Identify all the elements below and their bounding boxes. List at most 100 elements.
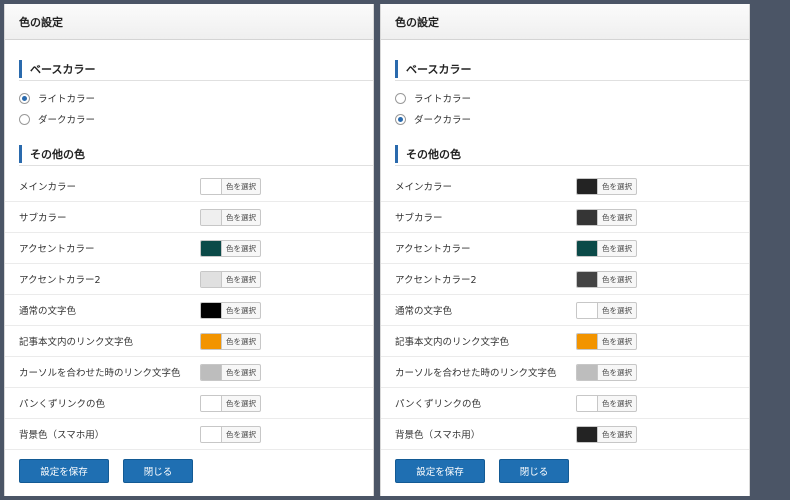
save-settings-button[interactable]: 設定を保存 [395, 459, 485, 483]
save-settings-button[interactable]: 設定を保存 [19, 459, 109, 483]
color-swatch[interactable] [201, 334, 222, 349]
close-button[interactable]: 閉じる [499, 459, 569, 483]
color-picker-button[interactable]: 色を選択 [200, 395, 261, 412]
color-setting-row: アクセントカラー 色を選択 [5, 233, 373, 264]
color-setting-row: 通常の文字色 色を選択 [381, 295, 749, 326]
radio-button[interactable] [395, 113, 406, 125]
panel-title: 色の設定 [395, 15, 439, 29]
color-swatch[interactable] [201, 365, 222, 380]
color-settings-panel-dark: 色の設定 ベースカラー ライトカラー ダークカラー その他の色 メインカラー色を… [380, 4, 750, 496]
color-swatch[interactable] [201, 272, 222, 287]
radio-dark-color[interactable]: ダークカラー [395, 111, 471, 127]
color-picker-button[interactable]: 色を選択 [200, 333, 261, 350]
select-color-label: 色を選択 [602, 368, 632, 377]
color-swatch[interactable] [577, 303, 598, 318]
color-swatch[interactable] [577, 210, 598, 225]
color-setting-row: 記事本文内のリンク文字色 色を選択 [5, 326, 373, 357]
color-setting-row: アクセントカラー2 色を選択 [381, 264, 749, 295]
color-setting-row: パンくずリンクの色 色を選択 [381, 388, 749, 419]
color-setting-label: カーソルを合わせた時のリンク文字色 [395, 368, 557, 379]
radio-label: ライトカラー [38, 94, 96, 105]
radio-label: ライトカラー [414, 94, 472, 105]
radio-button[interactable] [19, 113, 30, 125]
radio-dark-color[interactable]: ダークカラー [19, 111, 95, 127]
color-setting-label: アクセントカラー2 [19, 275, 101, 286]
section-divider [395, 165, 749, 166]
color-swatch[interactable] [577, 334, 598, 349]
radio-button[interactable] [19, 92, 30, 104]
color-picker-button[interactable]: 色を選択 [576, 426, 637, 443]
color-setting-label: 通常の文字色 [19, 306, 77, 317]
color-picker-button[interactable]: 色を選択 [200, 271, 261, 288]
color-picker-button[interactable]: 色を選択 [576, 364, 637, 381]
color-swatch[interactable] [577, 179, 598, 194]
select-color-label: 色を選択 [226, 368, 256, 377]
color-picker-button[interactable]: 色を選択 [200, 426, 261, 443]
color-swatch[interactable] [201, 179, 222, 194]
color-setting-row: アクセントカラー 色を選択 [381, 233, 749, 264]
color-setting-label: アクセントカラー2 [395, 275, 477, 286]
color-picker-button[interactable]: 色を選択 [200, 209, 261, 226]
color-setting-row: 背景色（スマホ用） 色を選択 [381, 419, 749, 450]
base-color-heading: ベースカラー [395, 60, 749, 78]
color-picker-button[interactable]: 色を選択 [576, 209, 637, 226]
color-picker-button[interactable]: 色を選択 [576, 333, 637, 350]
color-picker-button[interactable]: 色を選択 [576, 240, 637, 257]
color-swatch[interactable] [201, 427, 222, 442]
screenshot-frame: 色の設定 ベースカラー ライトカラー ダークカラー その他の色 メインカラー色を… [0, 0, 790, 500]
color-picker-button[interactable]: 色を選択 [200, 178, 261, 195]
color-setting-label: 記事本文内のリンク文字色 [19, 337, 134, 348]
select-color-label: 色を選択 [602, 306, 632, 315]
color-picker-button[interactable]: 色を選択 [576, 178, 637, 195]
color-setting-row: サブカラー 色を選択 [381, 202, 749, 233]
section-divider [19, 165, 373, 166]
color-setting-label: 背景色（スマホ用） [395, 430, 481, 441]
color-settings-panel-light: 色の設定 ベースカラー ライトカラー ダークカラー その他の色 メインカラー 色を… [4, 4, 374, 496]
color-picker-button[interactable]: 色を選択 [200, 240, 261, 257]
color-picker-button[interactable]: 色を選択 [576, 302, 637, 319]
color-picker-button[interactable]: 色を選択 [576, 395, 637, 412]
color-swatch[interactable] [577, 241, 598, 256]
color-swatch[interactable] [577, 427, 598, 442]
color-swatch[interactable] [577, 396, 598, 411]
section-divider [395, 80, 749, 81]
radio-light-color[interactable]: ライトカラー [395, 90, 471, 106]
color-setting-row: 記事本文内のリンク文字色 色を選択 [381, 326, 749, 357]
color-swatch[interactable] [201, 396, 222, 411]
color-setting-row: カーソルを合わせた時のリンク文字色 色を選択 [5, 357, 373, 388]
color-swatch[interactable] [201, 241, 222, 256]
base-color-heading: ベースカラー [19, 60, 373, 78]
select-color-label: 色を選択 [602, 275, 632, 284]
radio-button[interactable] [395, 92, 406, 104]
color-picker-button[interactable]: 色を選択 [200, 364, 261, 381]
color-swatch[interactable] [201, 210, 222, 225]
select-color-label: 色を選択 [226, 244, 256, 253]
select-color-label: 色を選択 [226, 306, 256, 315]
color-setting-row: 通常の文字色 色を選択 [5, 295, 373, 326]
color-picker-button[interactable]: 色を選択 [200, 302, 261, 319]
color-setting-label: メインカラー [395, 182, 453, 193]
section-divider [19, 80, 373, 81]
radio-light-color[interactable]: ライトカラー [19, 90, 95, 106]
color-swatch[interactable] [201, 303, 222, 318]
panel-title: 色の設定 [19, 15, 63, 29]
close-button[interactable]: 閉じる [123, 459, 193, 483]
color-swatch[interactable] [577, 272, 598, 287]
color-setting-label: カーソルを合わせた時のリンク文字色 [19, 368, 181, 379]
color-setting-label: 記事本文内のリンク文字色 [395, 337, 510, 348]
select-color-label: 色を選択 [226, 275, 256, 284]
color-setting-row: サブカラー 色を選択 [5, 202, 373, 233]
color-picker-button[interactable]: 色を選択 [576, 271, 637, 288]
color-setting-label: パンくずリンクの色 [19, 399, 105, 410]
radio-label: ダークカラー [414, 115, 472, 126]
color-setting-label: サブカラー [19, 213, 67, 224]
color-setting-row: パンくずリンクの色 色を選択 [5, 388, 373, 419]
color-setting-label: 背景色（スマホ用） [19, 430, 105, 441]
select-color-label: 色を選択 [226, 213, 256, 222]
other-colors-heading: その他の色 [395, 145, 749, 163]
color-swatch[interactable] [577, 365, 598, 380]
select-color-label: 色を選択 [602, 337, 632, 346]
color-setting-label: アクセントカラー [395, 244, 471, 255]
select-color-label: 色を選択 [226, 182, 256, 191]
select-color-label: 色を選択 [602, 430, 632, 439]
